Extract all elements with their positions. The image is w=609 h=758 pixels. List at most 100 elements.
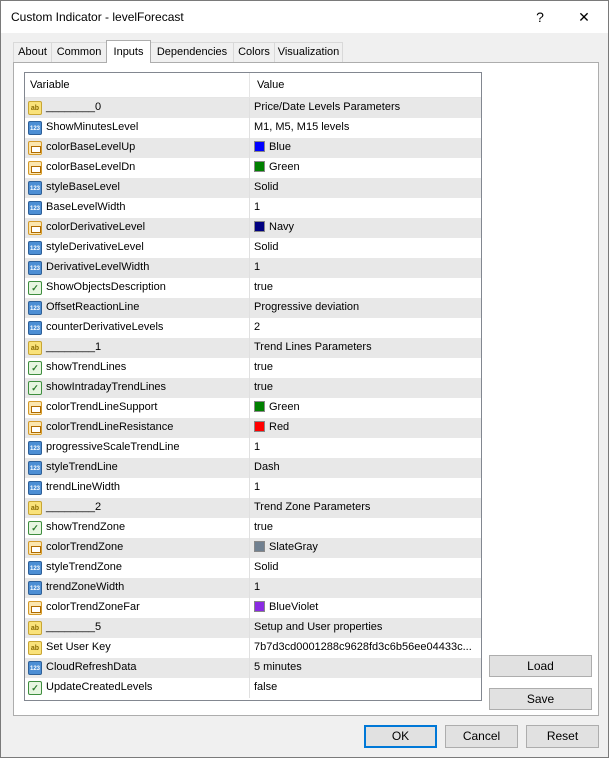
variable-value[interactable]: Price/Date Levels Parameters [254, 101, 476, 113]
column-header-value[interactable]: Value [257, 79, 284, 91]
variable-value[interactable]: Green [254, 161, 476, 173]
variable-name: styleDerivativeLevel [46, 241, 144, 253]
save-button[interactable]: Save [489, 688, 592, 710]
grid-row[interactable]: 123 trendLineWidth 1 [25, 478, 481, 498]
variable-value[interactable]: 1 [254, 481, 476, 493]
help-button[interactable]: ? [520, 5, 560, 29]
variable-value[interactable]: 7b7d3cd0001288c9628fd3c6b56ee04433c... [254, 641, 476, 653]
integer-type-icon: 123 [28, 121, 42, 135]
grid-row[interactable]: 123 progressiveScaleTrendLine 1 [25, 438, 481, 458]
variable-value[interactable]: 1 [254, 261, 476, 273]
grid-row[interactable]: colorDerivativeLevel Navy [25, 218, 481, 238]
variable-value[interactable]: Solid [254, 241, 476, 253]
grid-row[interactable]: 123 styleBaseLevel Solid [25, 178, 481, 198]
grid-row[interactable]: ✓ showIntradayTrendLines true [25, 378, 481, 398]
variable-value[interactable]: Blue [254, 141, 476, 153]
grid-row[interactable]: colorTrendZone SlateGray [25, 538, 481, 558]
tab-visualization[interactable]: Visualization [274, 42, 343, 62]
variable-value[interactable]: Trend Zone Parameters [254, 501, 476, 513]
variable-value[interactable]: Dash [254, 461, 476, 473]
grid-row[interactable]: colorBaseLevelUp Blue [25, 138, 481, 158]
cell-divider [249, 438, 250, 458]
tab-dependencies[interactable]: Dependencies [150, 42, 234, 62]
color-type-icon [28, 541, 42, 555]
tab-colors[interactable]: Colors [233, 42, 275, 62]
grid-row[interactable]: ✓ ShowObjectsDescription true [25, 278, 481, 298]
grid-row[interactable]: 123 counterDerivativeLevels 2 [25, 318, 481, 338]
variable-value[interactable]: true [254, 281, 476, 293]
grid-row[interactable]: ✓ showTrendLines true [25, 358, 481, 378]
value-text: 7b7d3cd0001288c9628fd3c6b56ee04433c... [254, 641, 472, 653]
cell-divider [249, 218, 250, 238]
integer-type-icon: 123 [28, 661, 42, 675]
grid-rows: ab ________0 Price/Date Levels Parameters 1… [25, 98, 481, 698]
column-header-variable[interactable]: Variable [30, 79, 70, 91]
cancel-button[interactable]: Cancel [445, 725, 518, 748]
variable-value[interactable]: 1 [254, 441, 476, 453]
grid-row[interactable]: 123 OffsetReactionLine Progressive deviati… [25, 298, 481, 318]
variable-value[interactable]: Red [254, 421, 476, 433]
grid-row[interactable]: colorTrendZoneFar BlueViolet [25, 598, 481, 618]
grid-row[interactable]: ab Set User Key 7b7d3cd0001288c9628fd3c6b5… [25, 638, 481, 658]
variable-name: colorBaseLevelUp [46, 141, 136, 153]
cell-divider [249, 258, 250, 278]
grid-row[interactable]: colorBaseLevelDn Green [25, 158, 481, 178]
variable-value[interactable]: Progressive deviation [254, 301, 476, 313]
variable-value[interactable]: Solid [254, 561, 476, 573]
color-type-icon [28, 401, 42, 415]
grid-row[interactable]: 123 ShowMinutesLevel M1, M5, M15 levels [25, 118, 481, 138]
variable-name: styleTrendZone [46, 561, 123, 573]
value-text: Price/Date Levels Parameters [254, 101, 401, 113]
grid-row[interactable]: 123 styleDerivativeLevel Solid [25, 238, 481, 258]
ok-button[interactable]: OK [364, 725, 437, 748]
variable-value[interactable]: true [254, 521, 476, 533]
grid-row[interactable]: colorTrendLineResistance Red [25, 418, 481, 438]
grid-row[interactable]: colorTrendLineSupport Green [25, 398, 481, 418]
column-divider[interactable] [249, 73, 250, 97]
variable-value[interactable]: Setup and User properties [254, 621, 476, 633]
grid-row[interactable]: ab ________0 Price/Date Levels Parameters [25, 98, 481, 118]
variable-value[interactable]: 1 [254, 581, 476, 593]
grid-row[interactable]: 123 DerivativeLevelWidth 1 [25, 258, 481, 278]
variable-value[interactable]: SlateGray [254, 541, 476, 553]
variable-value[interactable]: 2 [254, 321, 476, 333]
integer-type-icon: 123 [28, 321, 42, 335]
grid-row[interactable]: ab ________5 Setup and User properties [25, 618, 481, 638]
value-text: true [254, 281, 273, 293]
variable-name: colorTrendLineResistance [46, 421, 174, 433]
variable-name: trendLineWidth [46, 481, 120, 493]
variable-value[interactable]: 1 [254, 201, 476, 213]
grid-row[interactable]: 123 BaseLevelWidth 1 [25, 198, 481, 218]
cell-divider [249, 498, 250, 518]
grid-row[interactable]: 123 styleTrendZone Solid [25, 558, 481, 578]
value-text: 1 [254, 581, 261, 593]
variable-name: counterDerivativeLevels [46, 321, 164, 333]
variable-value[interactable]: Navy [254, 221, 476, 233]
variable-value[interactable]: 5 minutes [254, 661, 476, 673]
grid-row[interactable]: ab ________2 Trend Zone Parameters [25, 498, 481, 518]
grid-row[interactable]: ab ________1 Trend Lines Parameters [25, 338, 481, 358]
variable-value[interactable]: BlueViolet [254, 601, 476, 613]
variable-name: DerivativeLevelWidth [46, 261, 150, 273]
load-button[interactable]: Load [489, 655, 592, 677]
tab-about[interactable]: About [13, 42, 52, 62]
variable-value[interactable]: Solid [254, 181, 476, 193]
grid-row[interactable]: 123 trendZoneWidth 1 [25, 578, 481, 598]
grid-row[interactable]: 123 CloudRefreshData 5 minutes [25, 658, 481, 678]
variable-value[interactable]: true [254, 381, 476, 393]
variable-value[interactable]: true [254, 361, 476, 373]
tab-inputs[interactable]: Inputs [106, 40, 151, 63]
variable-value[interactable]: M1, M5, M15 levels [254, 121, 476, 133]
variable-value[interactable]: Green [254, 401, 476, 413]
grid-row[interactable]: 123 styleTrendLine Dash [25, 458, 481, 478]
variable-value[interactable]: Trend Lines Parameters [254, 341, 476, 353]
reset-button[interactable]: Reset [526, 725, 599, 748]
integer-type-icon: 123 [28, 241, 42, 255]
grid-row[interactable]: ✓ UpdateCreatedLevels false [25, 678, 481, 698]
tab-common[interactable]: Common [51, 42, 107, 62]
grid-row[interactable]: ✓ showTrendZone true [25, 518, 481, 538]
variable-value[interactable]: false [254, 681, 476, 693]
boolean-type-icon: ✓ [28, 681, 42, 695]
color-swatch [254, 541, 265, 552]
close-button[interactable]: ✕ [564, 5, 604, 29]
